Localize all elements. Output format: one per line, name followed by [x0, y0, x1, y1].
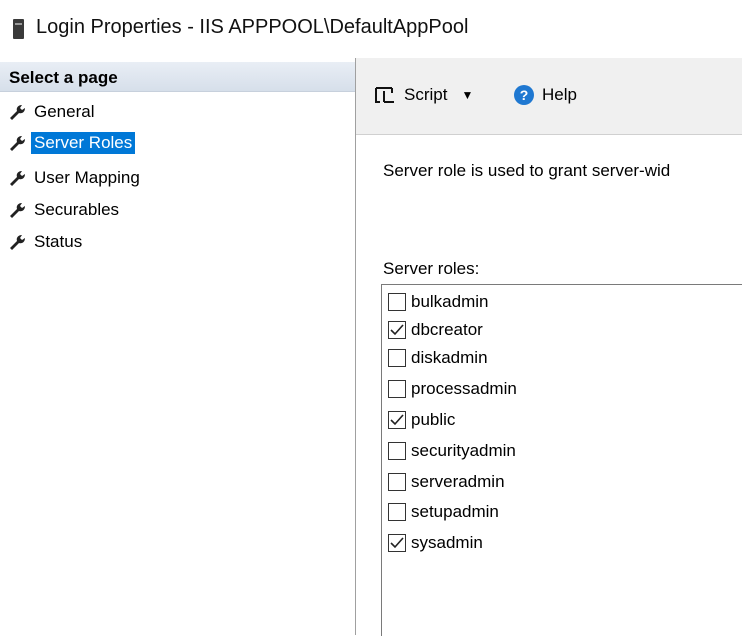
- nav-item-status[interactable]: Status: [9, 230, 85, 254]
- help-icon: ?: [514, 85, 534, 105]
- role-checkbox[interactable]: [388, 293, 406, 311]
- server-icon: [13, 19, 24, 39]
- server-roles-label: Server roles:: [383, 259, 480, 278]
- role-item-sysadmin[interactable]: sysadmin: [388, 529, 483, 557]
- nav-item-user-mapping[interactable]: User Mapping: [9, 166, 143, 190]
- role-checkbox[interactable]: [388, 503, 406, 521]
- page-selector-pane: Select a page General Server Roles User …: [0, 58, 356, 635]
- role-name: diskadmin: [411, 348, 488, 367]
- role-item-diskadmin[interactable]: diskadmin: [388, 344, 488, 372]
- window-title: Login Properties - IIS APPPOOL\DefaultAp…: [36, 16, 469, 38]
- server-roles-list[interactable]: bulkadmin dbcreator diskadmin processadm…: [381, 284, 742, 636]
- help-label: Help: [542, 85, 577, 104]
- nav-item-server-roles[interactable]: Server Roles: [9, 131, 136, 155]
- content-pane: Script ▼ ? Help Server role is used to g…: [356, 58, 742, 636]
- script-label: Script: [404, 85, 448, 104]
- nav-item-general[interactable]: General: [9, 100, 97, 124]
- select-page-header: Select a page: [0, 62, 355, 92]
- role-checkbox[interactable]: [388, 380, 406, 398]
- role-name: serveradmin: [411, 472, 505, 491]
- wrench-icon: [9, 169, 31, 187]
- role-item-securityadmin[interactable]: securityadmin: [388, 437, 516, 465]
- wrench-icon: [9, 103, 31, 121]
- description-text: Server role is used to grant server-wid: [383, 161, 671, 180]
- toolbar: Script ▼ ? Help: [356, 58, 742, 135]
- role-name: dbcreator: [411, 320, 483, 339]
- role-checkbox[interactable]: [388, 534, 406, 552]
- script-button[interactable]: Script ▼: [374, 82, 473, 108]
- wrench-icon: [9, 134, 31, 152]
- role-name: public: [411, 410, 456, 429]
- role-name: sysadmin: [411, 533, 483, 552]
- role-checkbox[interactable]: [388, 349, 406, 367]
- role-name: bulkadmin: [411, 292, 489, 311]
- nav-label: Server Roles: [31, 132, 136, 154]
- title-bar: Login Properties - IIS APPPOOL\DefaultAp…: [0, 0, 742, 58]
- role-name: processadmin: [411, 379, 517, 398]
- role-checkbox[interactable]: [388, 473, 406, 491]
- role-item-processadmin[interactable]: processadmin: [388, 375, 517, 403]
- nav-label: General: [34, 102, 95, 121]
- wrench-icon: [9, 233, 31, 251]
- wrench-icon: [9, 201, 31, 219]
- role-checkbox[interactable]: [388, 442, 406, 460]
- role-item-public[interactable]: public: [388, 406, 455, 434]
- role-item-dbcreator[interactable]: dbcreator: [388, 316, 483, 344]
- nav-label: Status: [34, 232, 83, 251]
- script-icon: [374, 85, 396, 105]
- role-name: setupadmin: [411, 502, 499, 521]
- chevron-down-icon[interactable]: ▼: [461, 88, 473, 102]
- role-name: securityadmin: [411, 441, 516, 460]
- nav-item-securables[interactable]: Securables: [9, 198, 122, 222]
- help-button[interactable]: ? Help: [514, 82, 577, 108]
- role-item-setupadmin[interactable]: setupadmin: [388, 498, 499, 526]
- nav-label: User Mapping: [34, 168, 140, 187]
- nav-label: Securables: [34, 200, 120, 219]
- role-checkbox[interactable]: [388, 411, 406, 429]
- select-page-label: Select a page: [9, 68, 118, 87]
- role-item-serveradmin[interactable]: serveradmin: [388, 468, 505, 496]
- role-checkbox[interactable]: [388, 321, 406, 339]
- role-item-bulkadmin[interactable]: bulkadmin: [388, 288, 489, 316]
